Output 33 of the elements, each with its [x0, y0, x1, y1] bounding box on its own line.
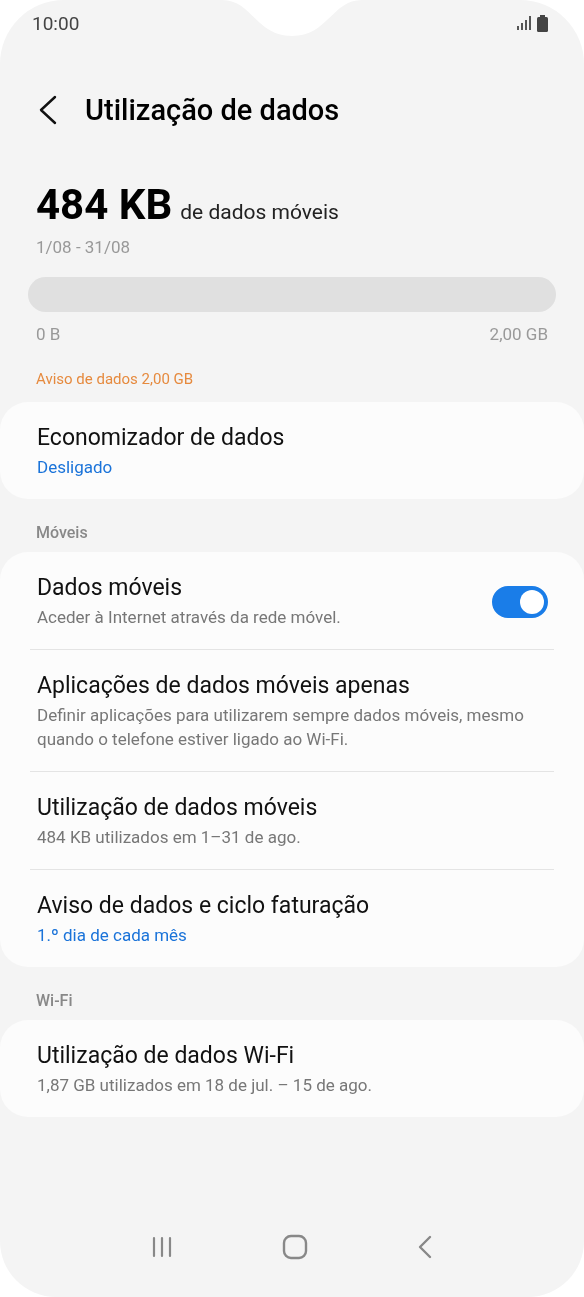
section-heading: Wi-Fi [35, 990, 74, 1012]
item-title: Aviso de dados e ciclo faturação [37, 892, 371, 919]
item-title: Dados móveis [37, 574, 184, 601]
item-description: 484 KB utilizados em 1–31 de ago. [37, 826, 302, 849]
settings-item[interactable]: Aplicações de dados móveis apenas Definir aplicações para utilizarem sempre dados móveis, mesmo quando o telefone estiver ligado ao Wi-Fi. [30, 649, 554, 771]
item-title: Utilização de dados móveis [37, 794, 319, 821]
item-value: Desligado [37, 456, 114, 479]
home-icon[interactable] [282, 1234, 308, 1260]
item-description: Aceder à Internet através da rede móvel. [37, 606, 342, 629]
recent-apps-icon[interactable] [150, 1236, 173, 1258]
settings-item[interactable]: Dados móveis Aceder à Internet através da rede móvel. [0, 552, 584, 649]
data-warning-label: Aviso de dados 2,00 GB [36, 370, 195, 388]
item-title: Utilização de dados Wi-Fi [37, 1042, 296, 1069]
usage-label: de dados móveis [180, 200, 339, 224]
usage-period: 1/08 - 31/08 [36, 237, 132, 257]
item-description: Definir aplicações para utilizarem sempre dados móveis, mesmo quando o telefone estiver ligado ao Wi-Fi. [37, 704, 525, 751]
settings-item[interactable]: Aviso de dados e ciclo faturação 1.º dia de cada mês [30, 869, 554, 967]
page-title: Utilização de dados [85, 93, 340, 127]
settings-item[interactable]: Economizador de dados Desligado [0, 402, 584, 499]
status-time: 10:00 [32, 11, 80, 35]
item-title: Economizador de dados [37, 424, 286, 451]
scale-min-label: 0 B [36, 324, 61, 344]
settings-item[interactable]: Utilização de dados móveis 484 KB utilizados em 1–31 de ago. [30, 771, 554, 869]
usage-amount: 484 KB [36, 180, 173, 229]
scale-max-label: 2,00 GB [489, 324, 548, 344]
signal-icon [517, 16, 532, 30]
settings-item[interactable]: Utilização de dados Wi-Fi 1,87 GB utilizados em 18 de jul. – 15 de ago. [0, 1020, 584, 1117]
section-heading: Móveis [35, 522, 89, 544]
item-description: 1,87 GB utilizados em 18 de jul. – 15 de ago. [37, 1074, 373, 1097]
battery-icon [537, 14, 548, 32]
item-title: Aplicações de dados móveis apenas [37, 672, 411, 699]
toggle-switch[interactable] [492, 585, 548, 618]
item-value: 1.º dia de cada mês [37, 924, 188, 947]
